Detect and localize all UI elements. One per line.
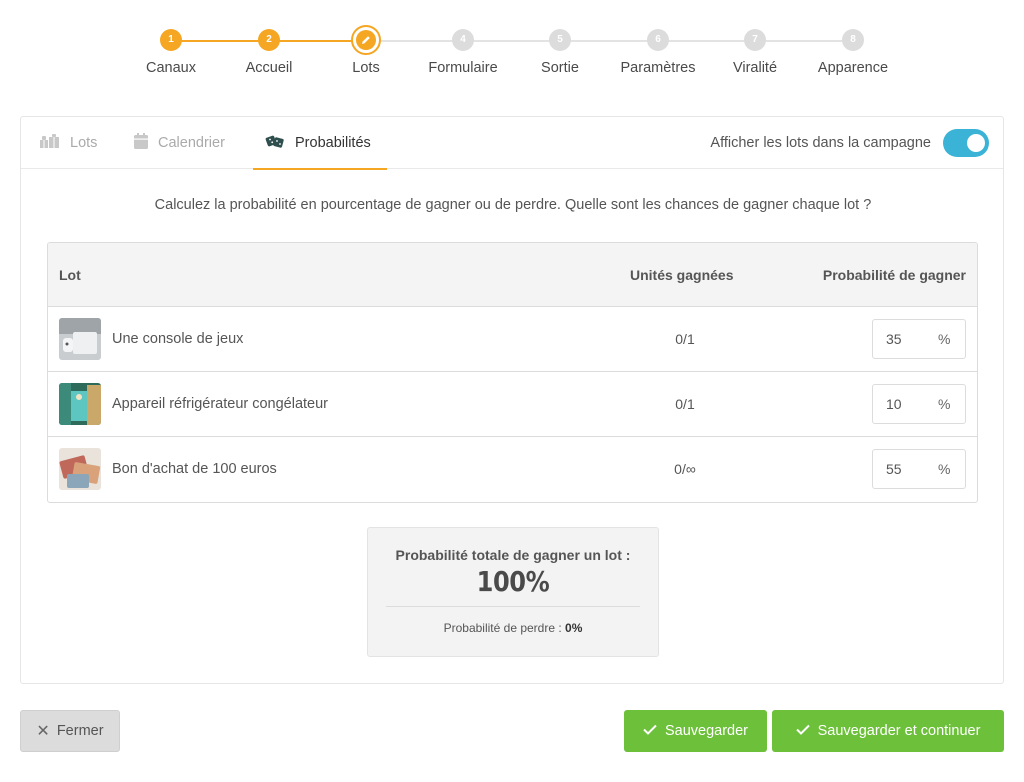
tab-label: Lots	[70, 135, 98, 151]
close-icon: ✕	[36, 723, 50, 740]
lose-probability: Probabilité de perdre : 0%	[368, 621, 658, 635]
step-current-circle	[351, 25, 381, 55]
percent-suffix: %	[938, 461, 951, 477]
units-won: 0/∞	[674, 461, 696, 477]
gifts-icon	[39, 133, 60, 153]
step-sortie[interactable]: 5 Sortie	[510, 26, 610, 76]
step-formulaire[interactable]: 4 Formulaire	[413, 26, 513, 76]
step-viralite[interactable]: 7 Viralité	[705, 26, 805, 76]
fridge-thumbnail	[59, 383, 101, 425]
probability-input[interactable]: 35 %	[872, 319, 966, 359]
probability-value: 35	[886, 331, 902, 347]
step-apparence[interactable]: 8 Apparence	[803, 26, 903, 76]
percent-suffix: %	[938, 396, 951, 412]
step-canaux[interactable]: 1 Canaux	[121, 26, 221, 76]
step-lots[interactable]: Lots	[316, 25, 416, 76]
column-header-lot: Lot	[59, 267, 81, 283]
close-button-label: Fermer	[56, 723, 104, 739]
tab-label: Probabilités	[295, 135, 371, 151]
dice-icon	[265, 133, 285, 153]
save-and-continue-button[interactable]: Sauvegarder et continuer	[772, 710, 1004, 752]
step-number: 5	[549, 29, 571, 51]
tab-calendrier[interactable]: Calendrier	[134, 117, 225, 169]
step-label: Canaux	[146, 60, 196, 76]
probability-table: Lot Unités gagnées Probabilité de gagner…	[47, 242, 978, 503]
table-row: Appareil réfrigérateur congélateur 0/1 1…	[48, 372, 977, 437]
probability-value: 55	[886, 461, 902, 477]
check-icon	[643, 723, 657, 739]
display-lots-toggle[interactable]	[943, 129, 989, 157]
step-number: 1	[160, 29, 182, 51]
probabilities-panel: Lots Calendrier Probabilités Afficher le…	[20, 116, 1004, 684]
table-row: Bon d'achat de 100 euros 0/∞ 55 %	[48, 437, 977, 502]
tab-lots[interactable]: Lots	[39, 117, 97, 169]
table-header: Lot Unités gagnées Probabilité de gagner	[48, 243, 977, 307]
tab-bar: Lots Calendrier Probabilités Afficher le…	[21, 117, 1003, 170]
progress-stepper: 1 Canaux 2 Accueil Lots 4 Formulaire 5 S…	[0, 25, 1024, 86]
close-button[interactable]: ✕ Fermer	[20, 710, 120, 752]
total-win-label: Probabilité totale de gagner un lot :	[395, 547, 631, 563]
lot-name: Bon d'achat de 100 euros	[112, 461, 277, 477]
total-win-value: 100%	[476, 565, 550, 598]
lose-value: 0%	[565, 621, 583, 635]
step-number: 8	[842, 29, 864, 51]
step-label: Lots	[352, 60, 380, 76]
step-label: Formulaire	[428, 60, 498, 76]
step-label: Viralité	[732, 60, 778, 76]
step-number: 2	[258, 29, 280, 51]
console-thumbnail	[59, 318, 101, 360]
lose-label: Probabilité de perdre :	[443, 621, 562, 635]
display-lots-setting: Afficher les lots dans la campagne	[710, 129, 989, 157]
probability-input[interactable]: 10 %	[872, 384, 966, 424]
step-number: 4	[452, 29, 474, 51]
tab-label: Calendrier	[158, 135, 225, 151]
column-header-probability: Probabilité de gagner	[822, 267, 966, 283]
save-button[interactable]: Sauvegarder	[624, 710, 767, 752]
check-icon	[795, 723, 810, 739]
percent-suffix: %	[938, 331, 951, 347]
step-number: 6	[647, 29, 669, 51]
pencil-icon	[362, 36, 370, 44]
step-accueil[interactable]: 2 Accueil	[219, 26, 319, 76]
step-label: Paramètres	[620, 60, 696, 76]
step-number: 7	[744, 29, 766, 51]
save-button-label: Sauvegarder	[664, 723, 749, 739]
voucher-thumbnail	[59, 448, 101, 490]
step-parametres[interactable]: 6 Paramètres	[608, 26, 708, 76]
tab-probabilites[interactable]: Probabilités	[253, 117, 387, 170]
lot-name: Appareil réfrigérateur congélateur	[112, 396, 329, 412]
lot-name: Une console de jeux	[112, 331, 244, 347]
intro-text: Calculez la probabilité en pourcentage d…	[154, 197, 872, 213]
units-won: 0/1	[675, 331, 695, 347]
toggle-label: Afficher les lots dans la campagne	[710, 135, 931, 151]
table-row: Une console de jeux 0/1 35 %	[48, 307, 977, 372]
column-header-units: Unités gagnées	[630, 267, 734, 283]
total-probability-summary: Probabilité totale de gagner un lot : 10…	[367, 527, 659, 657]
save-continue-button-label: Sauvegarder et continuer	[817, 723, 981, 739]
calendar-icon	[134, 133, 148, 153]
summary-divider	[386, 606, 640, 607]
probability-value: 10	[886, 396, 902, 412]
step-label: Sortie	[541, 60, 579, 76]
step-label: Accueil	[245, 60, 293, 76]
probability-input[interactable]: 55 %	[872, 449, 966, 489]
toggle-knob	[967, 134, 985, 152]
units-won: 0/1	[675, 396, 695, 412]
step-label: Apparence	[817, 60, 889, 76]
